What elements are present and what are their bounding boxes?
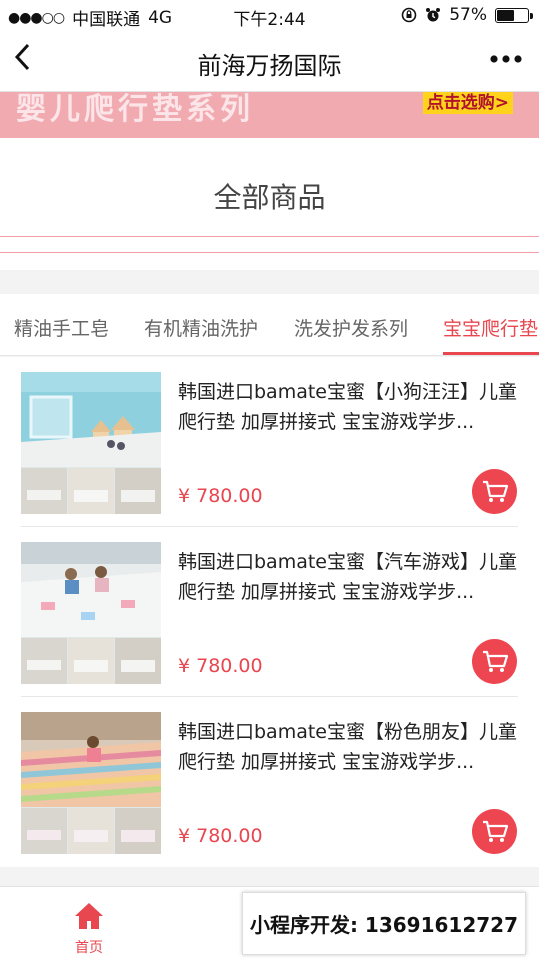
- product-image[interactable]: [21, 542, 161, 684]
- more-button[interactable]: [489, 44, 523, 78]
- add-to-cart-button[interactable]: [472, 469, 517, 514]
- add-to-cart-button[interactable]: [472, 809, 517, 854]
- product-price: ¥ 780.00: [178, 485, 263, 507]
- tab-home-label: 首页: [75, 940, 103, 956]
- battery-percent: 57%: [449, 5, 487, 25]
- cart-icon: [483, 820, 509, 842]
- banner-text: 婴儿爬行垫系列: [16, 92, 254, 127]
- product-card[interactable]: 韩国进口bamate宝蜜【小狗汪汪】儿童爬行垫 加厚拼接式 宝宝游戏学步... …: [0, 357, 539, 527]
- alarm-icon: [426, 8, 441, 22]
- more-dots-icon: [490, 55, 522, 63]
- add-to-cart-button[interactable]: [472, 639, 517, 684]
- tab-hair-care[interactable]: 洗发护发系列: [294, 314, 408, 341]
- promo-banner[interactable]: 婴儿爬行垫系列 点击选购>: [0, 92, 539, 138]
- tab-baby-play-mat[interactable]: 宝宝爬行垫: [443, 314, 538, 341]
- divider: [0, 236, 539, 237]
- battery-icon: [495, 7, 533, 23]
- product-card[interactable]: 韩国进口bamate宝蜜【汽车游戏】儿童爬行垫 加厚拼接式 宝宝游戏学步... …: [0, 527, 539, 697]
- product-card[interactable]: 韩国进口bamate宝蜜【粉色朋友】儿童爬行垫 加厚拼接式 宝宝游戏学步... …: [0, 697, 539, 867]
- status-bar: ●●●○○ 中国联通 4G 下午2:44 57%: [0, 0, 539, 30]
- section-title: 全部商品: [213, 181, 326, 214]
- product-list: 韩国进口bamate宝蜜【小狗汪汪】儿童爬行垫 加厚拼接式 宝宝游戏学步... …: [0, 357, 539, 867]
- product-price: ¥ 780.00: [178, 655, 263, 677]
- tab-organic-oil-care[interactable]: 有机精油洗护: [144, 314, 258, 341]
- navigation-bar: 前海万扬国际: [0, 30, 539, 92]
- rotation-lock-icon: [401, 7, 417, 23]
- product-price: ¥ 780.00: [178, 825, 263, 847]
- all-products-section: 全部商品: [0, 138, 539, 270]
- banner-shop-button[interactable]: 点击选购>: [422, 92, 513, 114]
- clock: 下午2:44: [233, 10, 306, 30]
- product-name[interactable]: 韩国进口bamate宝蜜【小狗汪汪】儿童爬行垫 加厚拼接式 宝宝游戏学步...: [178, 377, 518, 439]
- cart-icon: [483, 650, 509, 672]
- tab-essential-oil-soap[interactable]: 精油手工皂: [14, 314, 109, 341]
- category-tabs[interactable]: 精油手工皂 有机精油洗护 洗发护发系列 宝宝爬行垫: [0, 294, 539, 356]
- product-name[interactable]: 韩国进口bamate宝蜜【粉色朋友】儿童爬行垫 加厚拼接式 宝宝游戏学步...: [178, 717, 518, 779]
- active-tab-indicator: [443, 352, 539, 355]
- divider: [0, 252, 539, 253]
- tab-home[interactable]: 首页: [60, 901, 118, 957]
- page-title: 前海万扬国际: [197, 52, 342, 80]
- watermark-overlay: 小程序开发: 13691612727: [242, 892, 526, 955]
- product-image[interactable]: [21, 372, 161, 514]
- home-icon: [75, 903, 103, 929]
- product-image[interactable]: [21, 712, 161, 854]
- product-name[interactable]: 韩国进口bamate宝蜜【汽车游戏】儿童爬行垫 加厚拼接式 宝宝游戏学步...: [178, 547, 518, 609]
- cart-icon: [483, 480, 509, 502]
